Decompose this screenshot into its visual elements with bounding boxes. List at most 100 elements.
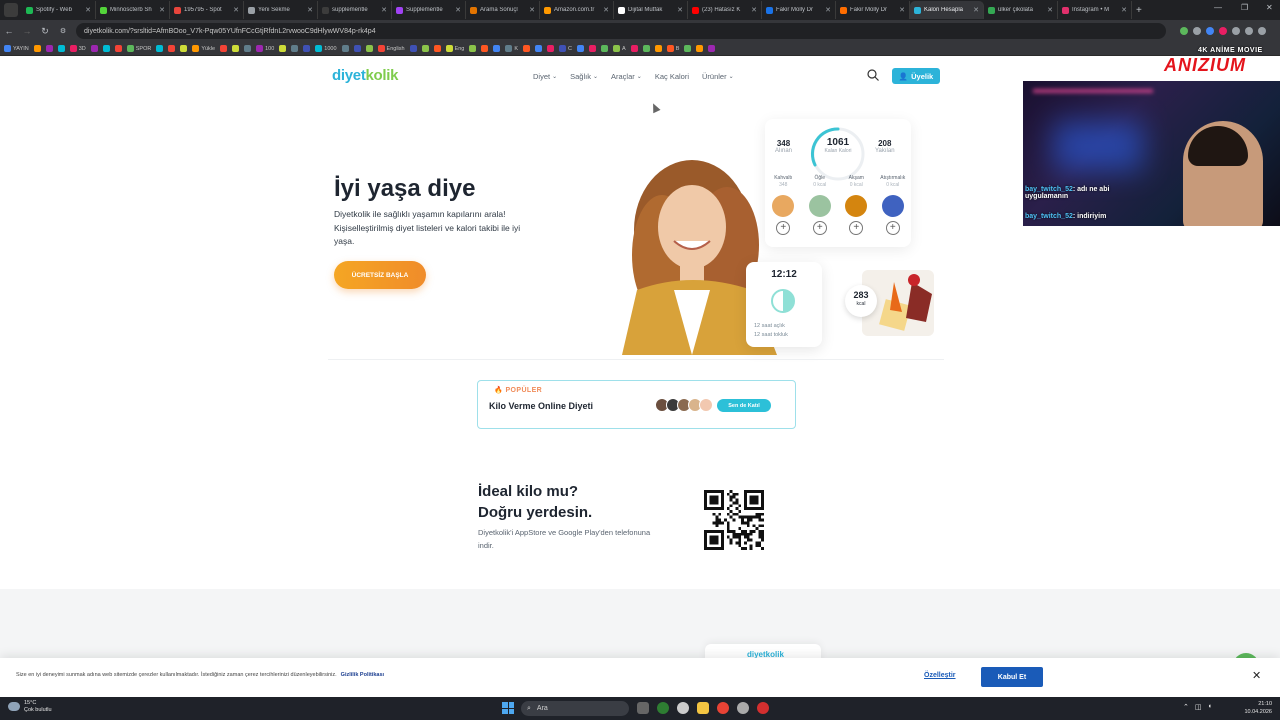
bookmark-icon[interactable] [180,45,188,52]
bookmark-icon[interactable] [421,45,429,52]
bookmark-icon[interactable] [168,45,176,52]
bookmark-icon[interactable] [708,45,716,52]
chevron-up-icon[interactable]: ⌃ [1183,703,1189,711]
back-icon[interactable]: ← [0,26,18,36]
add-meal-icon[interactable]: + [885,221,900,235]
bookmark-icon[interactable] [303,45,311,52]
accept-button[interactable]: Kabul Et [981,667,1043,687]
task-view-icon[interactable] [637,702,649,714]
bookmark-icon[interactable] [577,45,585,52]
clock[interactable]: 21:10 10.04.2026 [1238,700,1272,716]
bookmark[interactable]: 1000 [315,45,337,52]
tab-close-icon[interactable]: ✕ [751,6,757,14]
bookmark-icon[interactable] [279,45,287,52]
customize-link[interactable]: Özelleştir [924,672,956,679]
bookmark[interactable]: A [613,45,626,52]
app-icon[interactable] [657,702,669,714]
browser-tab[interactable]: Arama Sonuçl ✕ [466,1,540,19]
tab-close-icon[interactable]: ✕ [1121,6,1127,14]
file-explorer-icon[interactable] [697,702,709,714]
bookmark-icon[interactable] [547,45,555,52]
bookmark-icon[interactable] [684,45,692,52]
tab-close-icon[interactable]: ✕ [233,6,239,14]
bookmark-icon[interactable] [57,45,65,52]
extension-icon[interactable] [1232,27,1240,35]
add-meal-icon[interactable]: + [812,221,827,235]
browser-tab[interactable]: Supplementle ✕ [392,1,466,19]
bookmark-icon[interactable] [589,45,597,52]
bookmark-icon[interactable] [220,45,228,52]
extension-icon[interactable] [1219,27,1227,35]
bookmark[interactable]: English [377,45,405,52]
browser-tab[interactable]: Minnoscterb Sh ✕ [96,1,170,19]
popular-diet-card[interactable]: 🔥 POPÜLER Kilo Verme Online Diyeti Sen d… [477,380,796,429]
bookmark-icon[interactable] [469,45,477,52]
browser-tab[interactable]: Kalori Hesapla ✕ [910,1,984,19]
bookmark-icon[interactable] [232,45,240,52]
privacy-policy-link[interactable]: Gizlilik Politikası [341,672,384,678]
bookmark[interactable]: Yükle [192,45,215,52]
bookmark-icon[interactable] [481,45,489,52]
bookmark[interactable]: Eng [445,45,464,52]
bookmark-icon[interactable] [433,45,441,52]
browser-tab[interactable]: supplementle ✕ [318,1,392,19]
browser-tab[interactable]: Fakir Molly Dr ✕ [762,1,836,19]
bookmark-icon[interactable] [365,45,373,52]
close-icon[interactable]: ✕ [1252,669,1261,682]
new-tab-button[interactable]: + [1136,5,1142,16]
minimize-icon[interactable]: — [1214,3,1222,12]
tab-close-icon[interactable]: ✕ [677,6,683,14]
bookmark[interactable]: 100 [256,45,274,52]
tab-close-icon[interactable]: ✕ [603,6,609,14]
bookmark-icon[interactable] [90,45,98,52]
bookmark[interactable]: YAYIN [4,45,29,52]
bookmark-icon[interactable] [244,45,252,52]
add-meal-icon[interactable]: + [849,221,864,235]
browser-tab[interactable]: (23) Hatasız K ✕ [688,1,762,19]
add-meal-icon[interactable]: + [776,221,791,235]
weather-widget[interactable]: 15°C Çok bulutlu [8,700,52,714]
bookmark-icon[interactable] [409,45,417,52]
site-logo[interactable]: diyetkolik [332,67,399,84]
bookmark-icon[interactable] [696,45,704,52]
network-icon[interactable]: ◫ [1195,703,1202,711]
app-icon[interactable] [677,702,689,714]
bookmark-icon[interactable] [341,45,349,52]
nav-item[interactable]: Ürünler ⌄ [702,72,734,81]
nav-item[interactable]: Diyet ⌄ [533,72,557,81]
browser-tab[interactable]: Instagram • M ✕ [1058,1,1132,19]
bookmark-icon[interactable] [642,45,650,52]
bookmark-icon[interactable] [114,45,122,52]
tab-close-icon[interactable]: ✕ [381,6,387,14]
profile-icon[interactable] [1245,27,1253,35]
extension-icon[interactable] [1193,27,1201,35]
bookmark-icon[interactable] [654,45,662,52]
nav-item[interactable]: Araçlar ⌄ [611,72,642,81]
tab-search-button[interactable] [4,3,18,17]
bookmark-icon[interactable] [493,45,501,52]
tab-close-icon[interactable]: ✕ [973,6,979,14]
nav-item[interactable]: Sağlık ⌄ [570,72,598,81]
browser-tab[interactable]: 195795 - Spot ✕ [170,1,244,19]
opera-icon[interactable] [757,702,769,714]
bookmark-icon[interactable] [523,45,531,52]
start-free-button[interactable]: ÜCRETSİZ BAŞLA [334,261,426,289]
app-icon[interactable] [737,702,749,714]
bookmark[interactable]: K [505,45,518,52]
chrome-icon[interactable] [717,702,729,714]
volume-icon[interactable]: ◖ [1208,703,1212,711]
bookmark[interactable]: SPOR [126,45,151,52]
browser-tab[interactable]: Spotify - Web ✕ [22,1,96,19]
tab-close-icon[interactable]: ✕ [159,6,165,14]
join-button[interactable]: Sen de Katıl [717,399,771,412]
bookmark-icon[interactable] [353,45,361,52]
reload-icon[interactable]: ↻ [36,26,54,37]
bookmark-icon[interactable] [601,45,609,52]
bookmark[interactable]: C [559,45,572,52]
browser-tab[interactable]: Dijital Mutfak ✕ [614,1,688,19]
start-icon[interactable] [502,702,514,714]
tab-close-icon[interactable]: ✕ [529,6,535,14]
tab-close-icon[interactable]: ✕ [307,6,313,14]
site-info-icon[interactable]: ⚙ [54,27,72,35]
browser-tab[interactable]: Amazon.com.tr ✕ [540,1,614,19]
